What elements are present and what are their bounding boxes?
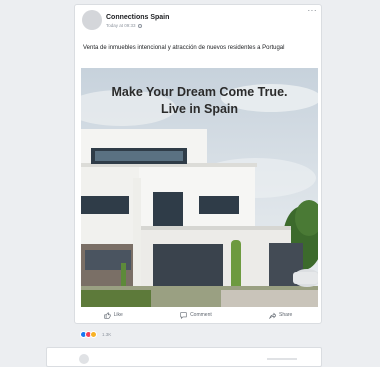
- post-timestamp[interactable]: Today at 09:33: [106, 23, 142, 28]
- image-headline: Make Your Dream Come True. Live in Spain: [81, 84, 318, 118]
- headline-line-1: Make Your Dream Come True.: [111, 85, 288, 99]
- post-header: Connections Spain Today at 09:33 ···: [75, 5, 321, 35]
- ellipsis-icon[interactable]: ···: [308, 7, 318, 15]
- share-button[interactable]: Share: [269, 312, 292, 319]
- like-label: Like: [113, 312, 123, 318]
- post-caption: Venta de inmuebles intencional y atracci…: [83, 45, 285, 51]
- next-post-placeholder: [267, 358, 297, 360]
- like-button[interactable]: Like: [104, 311, 123, 319]
- timestamp-text: Today at 09:33: [106, 23, 136, 28]
- page-name[interactable]: Connections Spain: [106, 14, 169, 21]
- post-card: Connections Spain Today at 09:33 ··· Ven…: [74, 4, 322, 324]
- share-icon: [269, 312, 276, 319]
- thumbs-up-icon: [104, 311, 111, 319]
- globe-icon: [137, 23, 142, 28]
- next-post-card: [46, 347, 322, 367]
- reaction-summary[interactable]: 1.3K: [80, 329, 111, 339]
- share-label: Share: [279, 312, 293, 318]
- action-bar: Like Comment Share: [75, 306, 321, 324]
- comment-button[interactable]: Comment: [180, 311, 212, 319]
- comment-label: Comment: [190, 312, 212, 318]
- haha-reaction-icon: [90, 330, 97, 338]
- page-avatar[interactable]: [82, 10, 102, 30]
- next-post-avatar: [79, 354, 89, 364]
- post-image[interactable]: Make Your Dream Come True. Live in Spain: [81, 68, 318, 307]
- headline-line-2: Live in Spain: [160, 102, 239, 116]
- comment-icon: [180, 311, 187, 319]
- reaction-count: 1.3K: [102, 331, 112, 337]
